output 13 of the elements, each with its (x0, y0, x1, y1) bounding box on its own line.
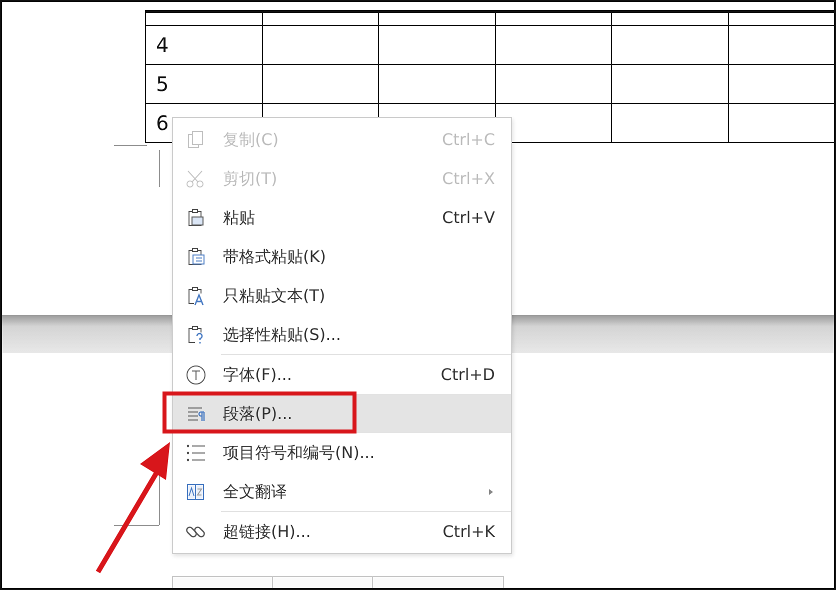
menu-item[interactable]: 段落(P)... (173, 394, 511, 433)
menu-item[interactable]: 粘贴 Ctrl+V (173, 198, 511, 237)
menu-item[interactable]: 字体(F)... Ctrl+D (173, 355, 511, 394)
row-number: 5 (156, 72, 169, 96)
menu-item[interactable]: 项目符号和编号(N)... (173, 433, 511, 472)
font-icon (185, 364, 207, 386)
row-number: 4 (156, 33, 169, 57)
menu-item[interactable]: 只粘贴文本(T) (173, 276, 511, 315)
menu-item[interactable]: 超链接(H)... Ctrl+K (173, 512, 511, 551)
translate-icon (185, 481, 207, 503)
row-number: 6 (156, 111, 169, 135)
submenu-arrow-icon (487, 488, 495, 496)
menu-item[interactable]: 带格式粘贴(K) (173, 237, 511, 276)
